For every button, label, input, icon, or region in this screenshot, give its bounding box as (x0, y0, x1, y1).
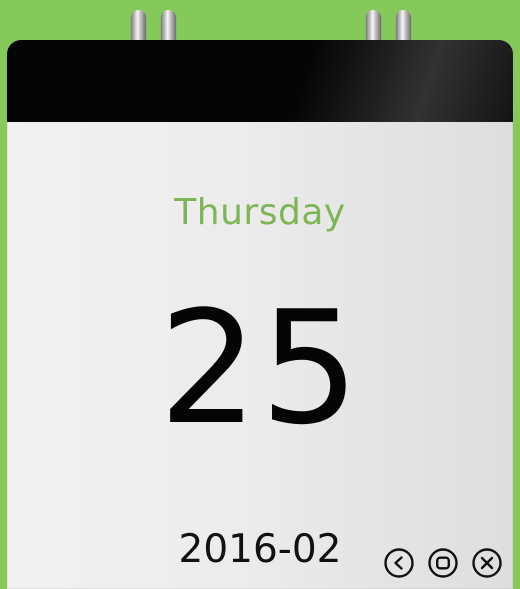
close-icon (471, 547, 503, 579)
calendar-header-band (7, 40, 513, 122)
day-number: 25 (158, 277, 362, 459)
weekday-label: Thursday (174, 192, 346, 233)
back-button[interactable] (381, 545, 417, 581)
calendar-page: Thursday 25 2016-02 (7, 40, 513, 589)
calendar-widget: Thursday 25 2016-02 (0, 0, 520, 589)
back-icon (383, 547, 415, 579)
window-controls (381, 545, 505, 581)
restore-button[interactable] (425, 545, 461, 581)
restore-icon (427, 547, 459, 579)
close-button[interactable] (469, 545, 505, 581)
